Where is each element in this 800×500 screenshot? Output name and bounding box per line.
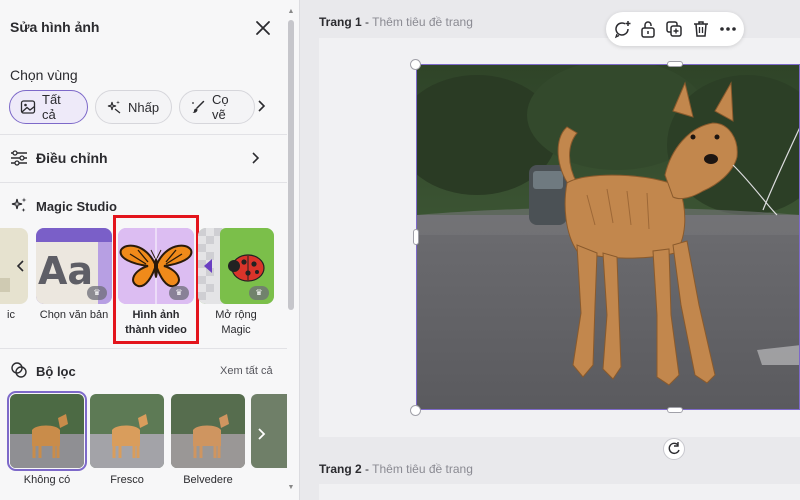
tool-label: Mở rộng Magic	[215, 309, 257, 336]
tools-scroll-left[interactable]	[12, 256, 28, 276]
resize-handle-top[interactable]	[667, 61, 683, 67]
scroll-down-icon[interactable]: ▼	[287, 484, 295, 492]
region-heading: Chọn vùng	[10, 67, 78, 83]
comment-add-icon	[614, 21, 631, 39]
page-1-title[interactable]: Trang 1 - Thêm tiêu đề trang	[319, 15, 473, 29]
add-comment-button[interactable]	[612, 19, 632, 39]
resize-handle-bottom[interactable]	[667, 407, 683, 413]
chip-label: Nhấp	[128, 99, 160, 115]
selected-photo[interactable]	[416, 64, 800, 410]
dog-photo	[417, 65, 799, 409]
scroll-up-icon[interactable]: ▲	[287, 8, 295, 16]
edit-image-panel: Sửa hình ảnh ▲ ▼ Chọn vùng Tất cả Nhấp C…	[0, 0, 300, 500]
element-toolbar	[606, 12, 744, 46]
divider	[0, 182, 287, 183]
adjust-row[interactable]: Điều chỉnh	[0, 138, 287, 178]
crown-icon: ♛	[249, 286, 269, 300]
duplicate-icon	[666, 21, 682, 37]
chip-select-all[interactable]: Tất cả	[9, 90, 88, 124]
tool-label-partial: ic	[7, 309, 15, 321]
chevron-right-icon	[258, 100, 266, 112]
filter-thumb-belvedere[interactable]	[171, 394, 245, 468]
filter-name: Không có	[23, 474, 71, 486]
sparkle-cursor-icon	[107, 100, 121, 114]
page-title-separator: -	[361, 15, 373, 29]
filter-name: Fresco	[110, 474, 144, 486]
adjust-label: Điều chỉnh	[36, 150, 108, 166]
filter-circles-icon	[11, 362, 27, 378]
divider	[0, 348, 287, 349]
lock-button[interactable]	[638, 19, 658, 39]
sliders-icon	[11, 150, 27, 166]
trash-icon	[694, 21, 708, 37]
filter-thumb-none[interactable]	[7, 391, 87, 471]
page-title-placeholder[interactable]: Thêm tiêu đề trang	[372, 462, 473, 476]
tool-label: Chọn văn bản	[39, 309, 109, 321]
chevron-right-icon	[258, 428, 266, 440]
brush-icon	[192, 100, 205, 113]
resize-handle-bottom-left[interactable]	[410, 405, 421, 416]
resize-handle-top-left[interactable]	[410, 59, 421, 70]
duplicate-button[interactable]	[664, 19, 684, 39]
tool-card-grab-text[interactable]: Aa ♛	[36, 228, 112, 304]
highlight-box	[113, 215, 199, 344]
filters-heading: Bộ lọc	[36, 364, 76, 379]
page-number: Trang 2	[319, 462, 362, 476]
rotate-button[interactable]	[663, 438, 685, 460]
filter-name: Belvedere	[183, 474, 233, 486]
page-title-placeholder[interactable]: Thêm tiêu đề trang	[372, 15, 473, 29]
crown-icon: ♛	[87, 286, 107, 300]
page-2-title[interactable]: Trang 2 - Thêm tiêu đề trang	[319, 462, 473, 476]
panel-title: Sửa hình ảnh	[10, 19, 100, 35]
chip-label: Tất cả	[42, 92, 61, 122]
page-number: Trang 1	[319, 15, 362, 29]
filters-scroll-right[interactable]	[254, 424, 270, 444]
close-icon	[256, 21, 270, 35]
magic-studio-heading: Magic Studio	[36, 199, 117, 214]
chevron-right-icon	[252, 152, 260, 164]
panel-header: Sửa hình ảnh	[0, 0, 299, 56]
rotate-icon	[668, 442, 680, 455]
close-button[interactable]	[252, 17, 274, 39]
lock-open-icon	[641, 21, 655, 38]
page-2-canvas[interactable]	[319, 484, 800, 500]
scroll-thumb[interactable]	[288, 20, 294, 310]
page-title-separator: -	[361, 462, 373, 476]
chip-click[interactable]: Nhấp	[95, 90, 172, 124]
see-all-link[interactable]: Xem tất cả	[220, 365, 273, 377]
delete-button[interactable]	[691, 19, 711, 39]
more-icon	[720, 27, 736, 31]
resize-handle-left[interactable]	[413, 229, 419, 245]
chips-scroll-right[interactable]	[254, 96, 270, 116]
chip-label: Cọ vẽ	[212, 92, 229, 122]
filter-thumb-fresco[interactable]	[90, 394, 164, 468]
image-icon	[20, 100, 36, 114]
chip-brush[interactable]: Cọ vẽ	[179, 90, 255, 124]
dog-photo-thumbnail	[10, 394, 84, 468]
panel-scrollbar[interactable]: ▲ ▼	[287, 8, 295, 492]
dog-photo-thumbnail	[171, 394, 245, 468]
chevron-left-icon	[16, 260, 24, 272]
svg-text:Aa: Aa	[38, 249, 93, 293]
divider	[0, 134, 287, 135]
magic-sparkle-icon	[11, 197, 27, 212]
tool-card-magic-expand[interactable]: ♛	[198, 228, 274, 304]
dog-photo-thumbnail	[90, 394, 164, 468]
more-options-button[interactable]	[718, 19, 738, 39]
